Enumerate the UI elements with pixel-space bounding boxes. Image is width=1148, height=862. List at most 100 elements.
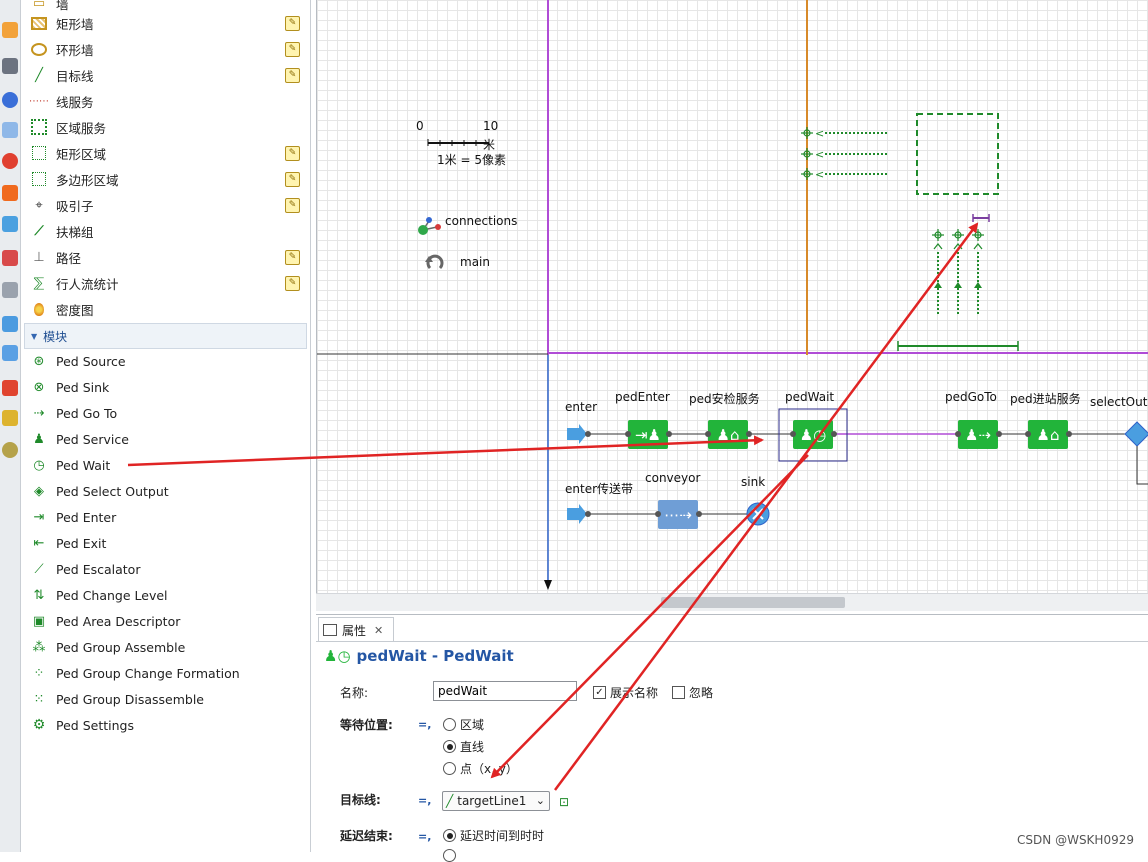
port[interactable] xyxy=(666,431,672,437)
port[interactable] xyxy=(831,431,837,437)
dynamic-value-icon[interactable]: =, xyxy=(418,830,432,843)
drop-icon[interactable] xyxy=(2,92,18,108)
connections-label[interactable]: connections xyxy=(445,214,517,228)
port[interactable] xyxy=(585,511,591,517)
radio-circle[interactable] xyxy=(443,849,456,862)
palette-item-escalator-group[interactable]: ⟋ 扶梯组 xyxy=(21,218,310,244)
palette-item-rectangular-wall[interactable]: 矩形墙 ✎ xyxy=(21,10,310,36)
stop-icon[interactable] xyxy=(2,153,18,169)
palette-item-ped-select-output[interactable]: ◈ Ped Select Output xyxy=(21,478,310,504)
canvas-horizontal-scrollbar[interactable] xyxy=(316,593,1148,611)
palette-item-area-service[interactable]: 区域服务 xyxy=(21,114,310,140)
scrollbar-thumb[interactable] xyxy=(661,597,845,608)
palette-item-ped-change-level[interactable]: ⇅ Ped Change Level xyxy=(21,582,310,608)
ped-station-block[interactable]: ♟⌂ xyxy=(1028,420,1068,449)
chart-icon[interactable] xyxy=(2,250,18,266)
edit-pencil-icon[interactable]: ✎ xyxy=(285,171,300,187)
ped-enter-block[interactable]: ⇥♟ xyxy=(628,420,668,449)
port[interactable] xyxy=(585,431,591,437)
palette-item-circular-wall[interactable]: 环形墙 ✎ xyxy=(21,36,310,62)
palette-item-rectangular-area[interactable]: 矩形区域 ✎ xyxy=(21,140,310,166)
pin-icon[interactable] xyxy=(2,380,18,396)
port[interactable] xyxy=(790,431,796,437)
radio-circle[interactable] xyxy=(443,762,456,775)
ignore-checkbox[interactable]: 忽略 xyxy=(672,684,713,701)
palette-item-ped-area-descriptor[interactable]: ▣ Ped Area Descriptor xyxy=(21,608,310,634)
flag-icon[interactable] xyxy=(2,345,18,361)
dynamic-value-icon[interactable]: =, xyxy=(418,718,432,731)
name-input[interactable] xyxy=(433,681,577,701)
edit-pencil-icon[interactable]: ✎ xyxy=(285,41,300,57)
show-name-checkbox[interactable]: ✓ 展示名称 xyxy=(593,684,658,701)
collapse-triangle-icon[interactable]: ▼ xyxy=(31,332,37,341)
port[interactable] xyxy=(746,431,752,437)
palette-item-ped-enter[interactable]: ⇥ Ped Enter xyxy=(21,504,310,530)
network-icon[interactable] xyxy=(2,216,18,232)
palette-item-attractor[interactable]: ⌖ 吸引子 ✎ xyxy=(21,192,310,218)
model-canvas[interactable]: < < < 0 10 米 1米 = 5像素 connections main e… xyxy=(316,0,1148,610)
palette-item-flow-statistics[interactable]: ⅀ 行人流统计 ✎ xyxy=(21,270,310,296)
conveyor-block[interactable]: ⋯⇢ xyxy=(658,500,698,529)
palette-item-ped-escalator[interactable]: ⟋ Ped Escalator xyxy=(21,556,310,582)
warning-icon[interactable] xyxy=(2,185,18,201)
palette-item-density-map[interactable]: 密度图 xyxy=(21,296,310,322)
edit-pencil-icon[interactable]: ✎ xyxy=(285,249,300,265)
wait-option-area[interactable]: 区域 xyxy=(443,716,484,733)
ped-go-to-block[interactable]: ♟⇢ xyxy=(958,420,998,449)
ped-service-icon: ♟⌂ xyxy=(716,425,740,444)
delay-option-timeout[interactable]: 延迟时间到时时 xyxy=(443,827,544,844)
port[interactable] xyxy=(1066,431,1072,437)
edit-pencil-icon[interactable]: ✎ xyxy=(285,15,300,31)
edit-pencil-icon[interactable]: ✎ xyxy=(285,197,300,213)
palette-item-line-service[interactable]: ⋯⋯ 线服务 xyxy=(21,88,310,114)
ped-wait-block[interactable]: ♟◷ xyxy=(793,420,833,449)
main-label[interactable]: main xyxy=(460,255,490,269)
wall-tool-icon[interactable] xyxy=(2,22,18,38)
layout-icon[interactable] xyxy=(2,282,18,298)
select-on-canvas-icon[interactable]: ⊡ xyxy=(559,795,569,809)
radio-circle-selected[interactable] xyxy=(443,740,456,753)
agent-icon[interactable] xyxy=(2,316,18,332)
palette-item-ped-sink[interactable]: ⊗ Ped Sink xyxy=(21,374,310,400)
bookmark-icon[interactable] xyxy=(2,410,18,426)
edit-pencil-icon[interactable]: ✎ xyxy=(285,67,300,83)
edit-pencil-icon[interactable]: ✎ xyxy=(285,145,300,161)
ped-security-block[interactable]: ♟⌂ xyxy=(708,420,748,449)
palette-item-path[interactable]: ⊥ 路径 ✎ xyxy=(21,244,310,270)
port[interactable] xyxy=(705,431,711,437)
palette-item-polygonal-area[interactable]: 多边形区域 ✎ xyxy=(21,166,310,192)
gear-icon[interactable] xyxy=(2,442,18,458)
dynamic-value-icon[interactable]: =, xyxy=(418,794,432,807)
palette-item-ped-wait[interactable]: ◷ Ped Wait xyxy=(21,452,310,478)
port[interactable] xyxy=(996,431,1002,437)
palette-item-ped-source[interactable]: ⊛ Ped Source xyxy=(21,348,310,374)
wait-option-line[interactable]: 直线 xyxy=(443,738,484,755)
radio-circle-selected[interactable] xyxy=(443,829,456,842)
palette-item-ped-group-change-formation[interactable]: ⁘ Ped Group Change Formation xyxy=(21,660,310,686)
properties-tab[interactable]: 属性 ✕ xyxy=(318,617,394,642)
palette-item-target-line[interactable]: ╱ 目标线 ✎ xyxy=(21,62,310,88)
target-line-select[interactable]: ╱ targetLine1 ⌄ xyxy=(442,791,550,811)
palette-item-ped-group-disassemble[interactable]: ⁙ Ped Group Disassemble xyxy=(21,686,310,712)
car-icon[interactable] xyxy=(2,58,18,74)
modules-section-header[interactable]: ▼ 模块 xyxy=(24,323,307,349)
edit-pencil-icon[interactable]: ✎ xyxy=(285,275,300,291)
people-icon[interactable] xyxy=(2,122,18,138)
chevron-down-icon[interactable]: ⌄ xyxy=(536,794,545,807)
close-icon[interactable]: ✕ xyxy=(374,624,383,637)
palette-item-ped-service[interactable]: ♟ Ped Service xyxy=(21,426,310,452)
checkbox-box[interactable] xyxy=(672,686,685,699)
port[interactable] xyxy=(655,511,661,517)
port[interactable] xyxy=(625,431,631,437)
radio-circle[interactable] xyxy=(443,718,456,731)
wait-option-point[interactable]: 点（x, y） xyxy=(443,760,518,777)
port[interactable] xyxy=(1025,431,1031,437)
palette-item-ped-group-assemble[interactable]: ⁂ Ped Group Assemble xyxy=(21,634,310,660)
delay-option-next[interactable] xyxy=(443,849,460,862)
palette-item-ped-settings[interactable]: ⚙ Ped Settings xyxy=(21,712,310,738)
port[interactable] xyxy=(696,511,702,517)
palette-item-ped-exit[interactable]: ⇤ Ped Exit xyxy=(21,530,310,556)
port[interactable] xyxy=(955,431,961,437)
palette-item-ped-go-to[interactable]: ⇢ Ped Go To xyxy=(21,400,310,426)
checkbox-box[interactable]: ✓ xyxy=(593,686,606,699)
